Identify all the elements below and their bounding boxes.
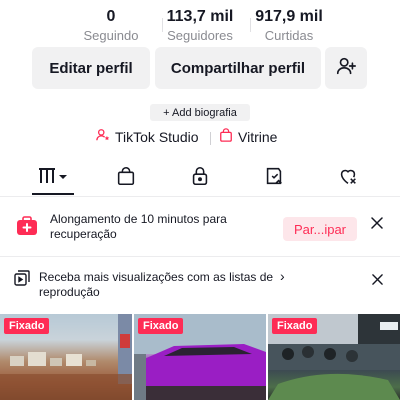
chevron-right-icon: ›	[280, 268, 285, 284]
playlist-banner-label: Receba mais visualizações com as listas …	[39, 270, 274, 299]
tabs-divider	[0, 196, 400, 197]
video-thumbnail[interactable]: Fixado	[268, 314, 400, 400]
close-playlist-banner-button[interactable]	[370, 274, 384, 288]
tab-reposts[interactable]	[254, 164, 294, 192]
tiktok-studio-label: TikTok Studio	[115, 128, 199, 145]
profile-tabs	[0, 164, 400, 195]
profile-stats: 0 Seguindo 113,7 mil Seguidores 917,9 mi…	[0, 6, 400, 46]
close-icon	[371, 272, 383, 290]
grid-icon	[36, 166, 70, 191]
add-user-icon	[335, 55, 357, 81]
vitrine-label: Vitrine	[238, 128, 278, 145]
playlist-banner-text: Receba mais visualizações com as listas …	[39, 270, 299, 300]
shopping-bag-icon	[115, 165, 137, 192]
tab-liked[interactable]	[328, 164, 368, 192]
shopping-bag-icon	[219, 128, 238, 145]
liked-heart-icon	[337, 165, 359, 192]
stretch-banner[interactable]: Alongamento de 10 minutos para recuperaç…	[0, 204, 400, 250]
share-profile-button[interactable]: Compartilhar perfil	[155, 47, 321, 89]
video-grid: Fixado Fixado Fixado	[0, 314, 400, 400]
tab-videos[interactable]	[33, 164, 73, 192]
vitrine-link[interactable]: Vitrine	[219, 128, 277, 145]
participate-button[interactable]: Par...ipar	[283, 217, 357, 241]
add-friend-button[interactable]	[325, 47, 367, 89]
stretch-banner-text: Alongamento de 10 minutos para recuperaç…	[50, 212, 227, 241]
pinned-badge: Fixado	[272, 318, 318, 334]
pinned-badge: Fixado	[4, 318, 50, 334]
edit-profile-button[interactable]: Editar perfil	[32, 47, 150, 89]
close-icon	[371, 216, 383, 234]
video-thumbnail[interactable]: Fixado	[0, 314, 132, 400]
profile-links: TikTok Studio Vitrine	[0, 128, 400, 148]
likes-label: Curtidas	[264, 28, 314, 43]
tab-shop[interactable]	[106, 164, 146, 192]
studio-person-icon	[96, 128, 115, 145]
banner-divider	[0, 256, 400, 257]
repost-icon	[263, 165, 285, 192]
lock-icon	[189, 165, 211, 192]
tiktok-studio-link[interactable]: TikTok Studio	[96, 128, 199, 145]
playlist-banner[interactable]: Receba mais visualizações com as listas …	[0, 266, 400, 304]
likes-stat[interactable]: 917,9 mil Curtidas	[234, 6, 344, 44]
add-bio-button[interactable]: + Add biografia	[150, 104, 250, 121]
first-aid-icon	[16, 216, 38, 241]
likes-count: 917,9 mil	[255, 8, 323, 25]
video-thumbnail[interactable]: Fixado	[134, 314, 266, 400]
pinned-badge: Fixado	[138, 318, 184, 334]
link-divider	[210, 132, 211, 145]
close-stretch-banner-button[interactable]	[370, 216, 384, 234]
playlist-icon	[14, 270, 30, 291]
active-tab-indicator	[32, 193, 74, 195]
tab-private[interactable]	[180, 164, 220, 192]
